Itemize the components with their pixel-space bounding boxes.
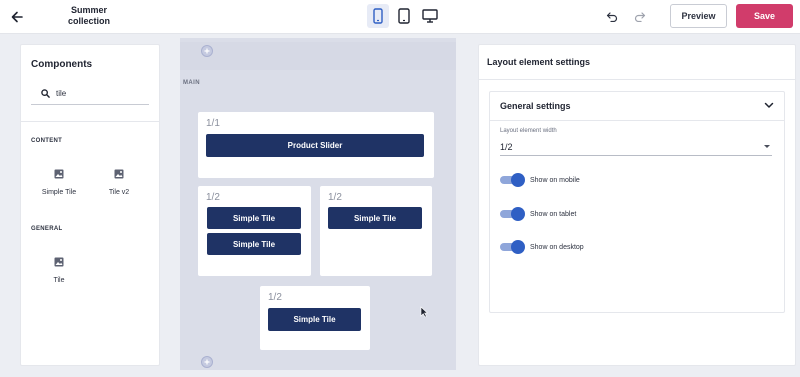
layout-slot-1-1[interactable]: 1/1 Product Slider xyxy=(198,112,434,178)
general-settings-section: General settings Layout element width 1/… xyxy=(489,91,785,313)
toggle-row-tablet: Show on tablet xyxy=(500,207,576,221)
section-label-general: GENERAL xyxy=(31,226,63,232)
width-select-value: 1/2 xyxy=(500,141,513,152)
layout-width-select[interactable]: 1/2 xyxy=(500,138,772,156)
redo-icon[interactable] xyxy=(632,9,648,25)
plus-icon xyxy=(204,48,210,54)
slot-ratio: 1/2 xyxy=(206,192,220,203)
toggle-label: Show on tablet xyxy=(530,210,577,218)
layout-canvas: MAIN 1/1 Product Slider 1/2 Simple Tile … xyxy=(180,38,456,370)
general-settings-header[interactable]: General settings xyxy=(490,92,784,120)
simple-tile-block[interactable]: Simple Tile xyxy=(207,207,301,229)
toggle-label: Show on mobile xyxy=(530,176,580,184)
image-icon xyxy=(54,169,64,179)
components-panel: Components CONTENT Simple Tile Tile v2 G… xyxy=(20,44,160,366)
undo-icon[interactable] xyxy=(604,9,620,25)
layout-settings-panel: Layout element settings General settings… xyxy=(478,44,796,366)
show-on-mobile-toggle[interactable] xyxy=(500,173,525,187)
search-input[interactable] xyxy=(56,89,136,98)
section-label-content: CONTENT xyxy=(31,138,63,144)
top-bar: Summer collection Preview Save xyxy=(0,0,800,34)
image-icon xyxy=(114,169,124,179)
simple-tile-block[interactable]: Simple Tile xyxy=(328,207,422,229)
preview-button[interactable]: Preview xyxy=(670,4,727,28)
slot-ratio: 1/2 xyxy=(328,192,342,203)
image-icon xyxy=(54,257,64,267)
slot-ratio: 1/1 xyxy=(206,118,220,129)
desktop-icon xyxy=(422,9,438,23)
component-label: Tile xyxy=(53,277,65,284)
top-drop-zone xyxy=(180,42,456,70)
component-tile-v2[interactable]: Tile v2 xyxy=(91,157,147,213)
tablet-icon xyxy=(398,8,410,24)
product-slider-block[interactable]: Product Slider xyxy=(206,134,424,157)
panel-divider xyxy=(21,121,159,122)
mobile-view-button[interactable] xyxy=(367,4,389,28)
page-title: Summer collection xyxy=(67,5,110,26)
show-on-desktop-toggle[interactable] xyxy=(500,240,525,254)
component-tile[interactable]: Tile xyxy=(31,245,87,301)
simple-tile-block[interactable]: Simple Tile xyxy=(207,233,301,255)
component-simple-tile[interactable]: Simple Tile xyxy=(31,157,87,213)
slot-ratio: 1/2 xyxy=(268,292,282,303)
add-row-bottom-button[interactable] xyxy=(201,356,213,368)
width-field-label: Layout element width xyxy=(500,128,557,134)
caret-down-icon xyxy=(764,145,770,148)
show-on-tablet-toggle[interactable] xyxy=(500,207,525,221)
main-section-label: MAIN xyxy=(183,80,200,86)
settings-title: Layout element settings xyxy=(487,57,591,67)
mouse-cursor-icon xyxy=(420,306,428,318)
component-label: Tile v2 xyxy=(108,189,130,196)
plus-icon xyxy=(204,359,210,365)
chevron-down-icon xyxy=(764,102,774,108)
component-search xyxy=(31,83,149,105)
toggle-row-desktop: Show on desktop xyxy=(500,240,584,254)
panel-divider xyxy=(479,79,795,80)
layout-slot-half-center[interactable]: 1/2 Simple Tile xyxy=(260,286,370,350)
layout-slot-half-left[interactable]: 1/2 Simple Tile Simple Tile xyxy=(198,186,311,276)
toggle-label: Show on desktop xyxy=(530,243,584,251)
save-button[interactable]: Save xyxy=(736,4,793,28)
general-settings-title: General settings xyxy=(500,101,571,111)
desktop-view-button[interactable] xyxy=(418,4,442,28)
back-arrow-icon[interactable] xyxy=(8,8,26,26)
component-label: Simple Tile xyxy=(41,189,77,196)
section-divider xyxy=(490,120,784,121)
simple-tile-block[interactable]: Simple Tile xyxy=(268,308,361,331)
tablet-view-button[interactable] xyxy=(393,4,415,28)
search-icon xyxy=(41,89,50,98)
toggle-row-mobile: Show on mobile xyxy=(500,173,580,187)
mobile-icon xyxy=(373,8,383,24)
components-title: Components xyxy=(31,59,93,70)
layout-slot-half-right[interactable]: 1/2 Simple Tile xyxy=(320,186,432,276)
add-row-top-button[interactable] xyxy=(201,45,213,57)
